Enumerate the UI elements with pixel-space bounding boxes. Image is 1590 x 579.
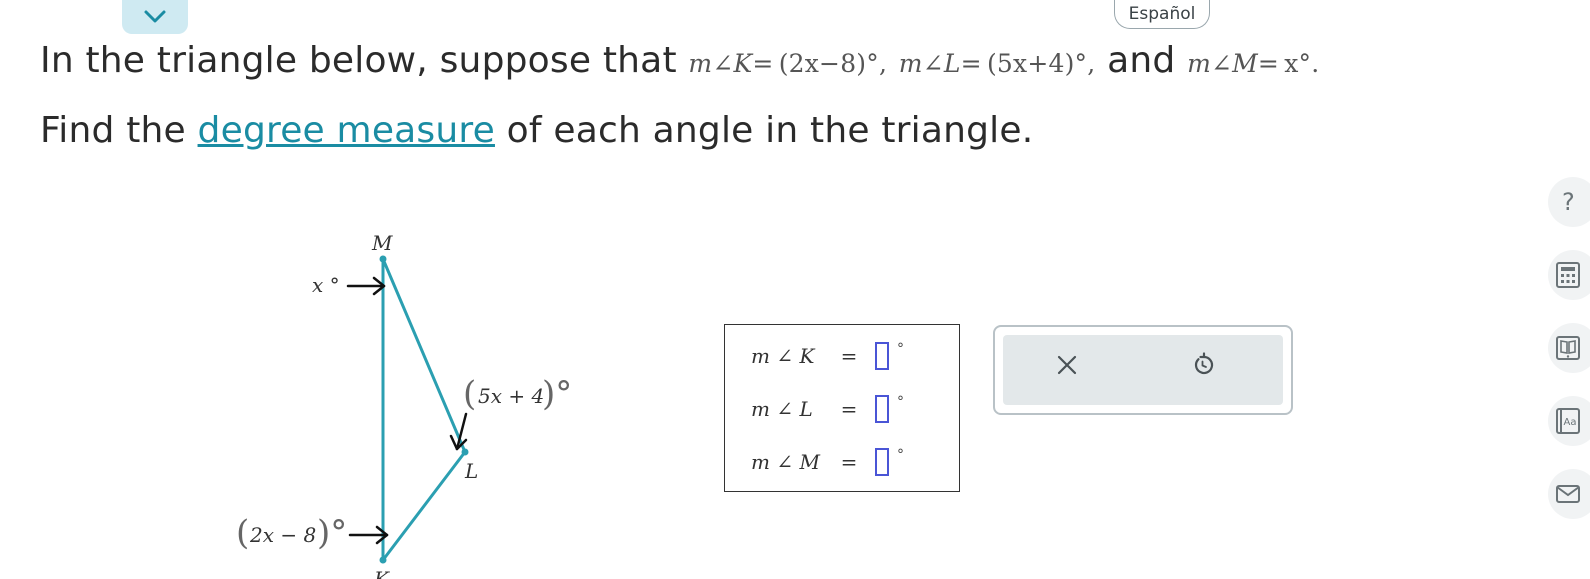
ebook-icon (1556, 336, 1580, 360)
svg-text:?: ? (1562, 188, 1575, 216)
arrow-to-l (449, 412, 468, 451)
help-icon: ? (1562, 188, 1575, 216)
vertex-label-m: M (371, 231, 393, 255)
svg-text:Aa: Aa (1564, 417, 1577, 428)
dictionary-icon: Aa (1556, 408, 1580, 434)
vertex-label-k: K (373, 567, 390, 579)
question-intro: In the triangle below, suppose that (40, 40, 677, 81)
question-line-2: Find the degree measure of each angle in… (40, 110, 1034, 151)
action-panel (993, 325, 1293, 415)
conjunction: and (1107, 40, 1176, 81)
degree-measure-link[interactable]: degree measure (198, 110, 495, 151)
answer-label-k: m ∠ K (751, 344, 815, 368)
triangle-figure: M L K x ° ( 5x + 4 )° ( 2x − 8 )° (236, 231, 572, 579)
angle-l-input[interactable] (875, 395, 889, 423)
answer-label-l: m ∠ L (751, 397, 813, 421)
message-icon (1556, 485, 1580, 503)
angle-m-expression: m∠M= x°. (1187, 49, 1320, 78)
clear-button[interactable] (1045, 343, 1089, 387)
angle-k-label: 2x − 8 (249, 523, 316, 547)
degree-symbol: ° (897, 394, 904, 410)
triangle (379, 255, 469, 564)
answer-row-l: m ∠ L = ° (751, 389, 904, 429)
angle-k-label-close: )° (317, 513, 347, 553)
answer-box: m ∠ K = ° m ∠ L = ° m ∠ M = ° (724, 324, 960, 492)
dictionary-button[interactable]: Aa (1548, 396, 1590, 446)
angle-l-label: 5x + 4 (478, 384, 544, 408)
chevron-down-icon (144, 10, 166, 23)
equals-sign: = (840, 344, 858, 368)
close-icon (1057, 355, 1077, 375)
degree-symbol: ° (897, 341, 904, 357)
angle-m-input[interactable] (875, 448, 889, 476)
calculator-button[interactable] (1548, 250, 1590, 300)
ebook-button[interactable] (1548, 323, 1590, 373)
angle-l-label-close: )° (542, 374, 572, 414)
angle-l-label-open: ( (463, 374, 476, 414)
angle-k-label-open: ( (236, 513, 249, 553)
vertex-label-l: L (464, 459, 478, 483)
answer-row-m: m ∠ M = ° (751, 442, 904, 482)
angle-k-expression: m∠K= (2x−8)°, (688, 49, 888, 78)
angle-l-expression: m∠L= (5x+4)°, (898, 49, 1096, 78)
equals-sign: = (840, 450, 858, 474)
message-button[interactable] (1548, 469, 1590, 519)
language-button[interactable]: Español (1114, 0, 1210, 29)
undo-button[interactable] (1182, 343, 1226, 387)
question-line-1: In the triangle below, suppose that m∠K=… (40, 40, 1319, 81)
arrow-to-k (348, 525, 389, 545)
calculator-icon (1556, 262, 1580, 288)
collapse-button[interactable] (122, 0, 188, 34)
arrow-to-m (346, 276, 386, 296)
answer-label-m: m ∠ M (751, 450, 820, 474)
answer-row-k: m ∠ K = ° (751, 336, 904, 376)
degree-symbol: ° (897, 447, 904, 463)
equals-sign: = (840, 397, 858, 421)
undo-icon (1194, 352, 1214, 375)
help-button[interactable]: ? (1548, 177, 1590, 227)
angle-k-input[interactable] (875, 342, 889, 370)
angle-m-label: x ° (312, 273, 340, 297)
